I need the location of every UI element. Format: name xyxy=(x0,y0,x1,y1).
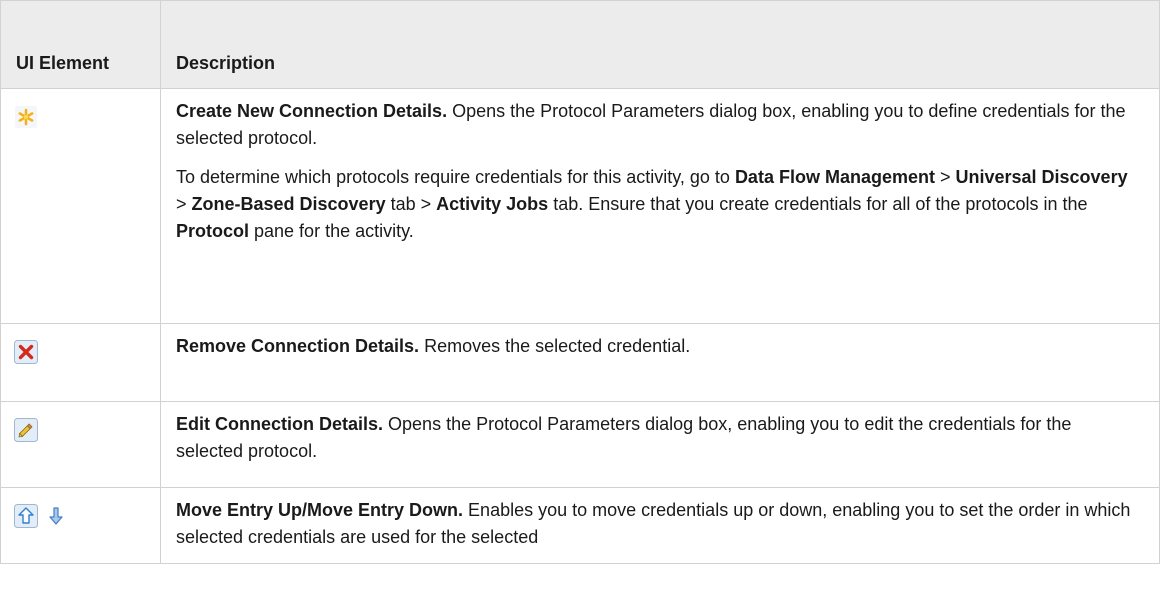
asterisk-new-icon xyxy=(14,105,38,129)
text-segment: tab. Ensure that you create credentials … xyxy=(548,194,1088,214)
ui-path-zone-based-discovery: Zone-Based Discovery xyxy=(191,194,386,214)
item-text: Removes the selected credential. xyxy=(419,336,691,356)
item-title: Edit Connection Details. xyxy=(176,414,384,434)
description-cell: Edit Connection Details. Opens the Proto… xyxy=(160,401,1160,488)
description-paragraph: Edit Connection Details. Opens the Proto… xyxy=(176,411,1143,465)
ui-path-protocol: Protocol xyxy=(176,221,250,241)
item-title: Remove Connection Details. xyxy=(176,336,420,356)
table-row: Move Entry Up/Move Entry Down. Enables y… xyxy=(0,487,1160,564)
description-cell: Remove Connection Details. Removes the s… xyxy=(160,323,1160,402)
arrow-up-icon xyxy=(14,504,38,528)
ui-path-data-flow-management: Data Flow Management xyxy=(734,167,935,187)
ui-element-cell xyxy=(0,401,161,488)
header-ui-element: UI Element xyxy=(0,0,161,89)
table-row: Edit Connection Details. Opens the Proto… xyxy=(0,401,1160,488)
text-segment: tab > xyxy=(385,194,437,214)
pencil-edit-icon xyxy=(14,418,38,442)
description-paragraph: Create New Connection Details. Opens the… xyxy=(176,98,1143,152)
ui-element-cell xyxy=(0,88,161,324)
red-x-delete-icon xyxy=(14,340,38,364)
arrow-down-icon xyxy=(44,504,68,528)
description-cell: Create New Connection Details. Opens the… xyxy=(160,88,1160,324)
ui-element-cell xyxy=(0,323,161,402)
description-cell: Move Entry Up/Move Entry Down. Enables y… xyxy=(160,487,1160,564)
item-title: Move Entry Up/Move Entry Down. xyxy=(176,500,464,520)
description-paragraph: To determine which protocols require cre… xyxy=(176,164,1143,245)
text-segment: pane for the activity. xyxy=(249,221,414,241)
ui-element-table: UI Element Description Create New Connec… xyxy=(0,0,1160,564)
ui-path-universal-discovery: Universal Discovery xyxy=(955,167,1128,187)
path-separator: > xyxy=(934,167,956,187)
text-segment: To determine which protocols require cre… xyxy=(176,167,735,187)
ui-element-cell xyxy=(0,487,161,564)
table-row: Create New Connection Details. Opens the… xyxy=(0,88,1160,324)
description-paragraph: Move Entry Up/Move Entry Down. Enables y… xyxy=(176,497,1143,551)
description-paragraph: Remove Connection Details. Removes the s… xyxy=(176,333,1143,360)
header-description: Description xyxy=(160,0,1160,89)
path-separator: > xyxy=(176,194,192,214)
ui-path-activity-jobs: Activity Jobs xyxy=(436,194,549,214)
table-row: Remove Connection Details. Removes the s… xyxy=(0,323,1160,402)
item-title: Create New Connection Details. xyxy=(176,101,448,121)
table-header-row: UI Element Description xyxy=(0,0,1160,89)
